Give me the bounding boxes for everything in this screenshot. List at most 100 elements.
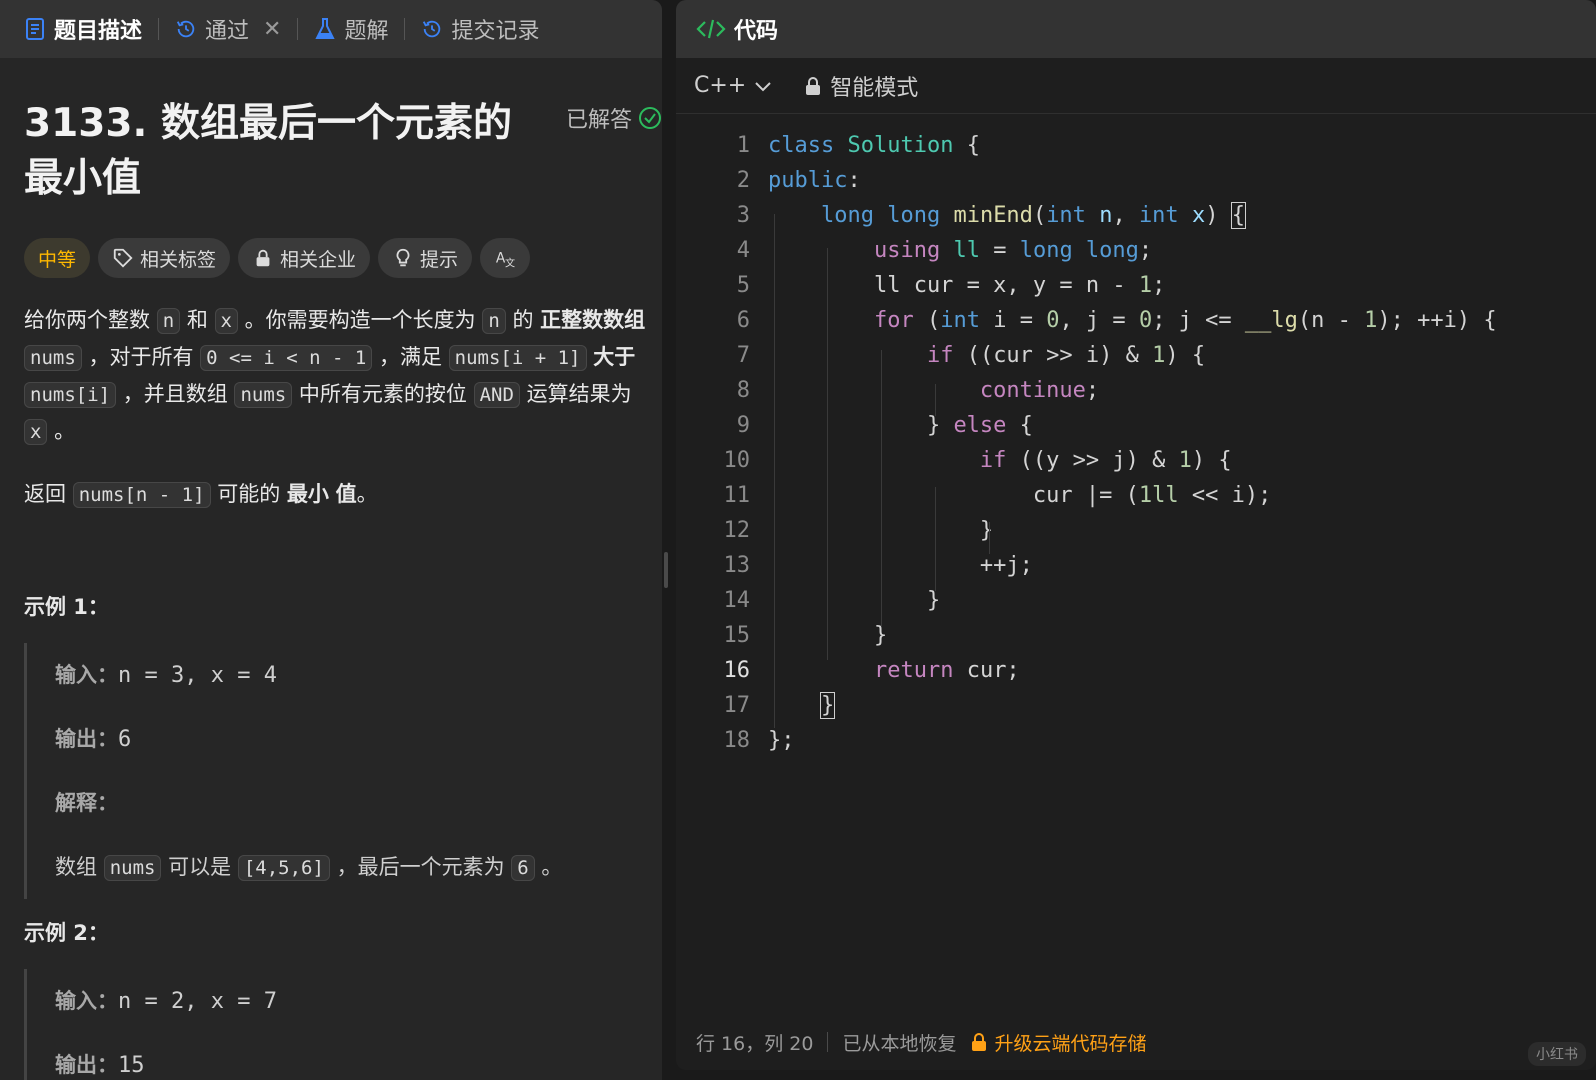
explain-text: ，最后一个元素为: [336, 855, 505, 879]
related-companies-button[interactable]: 相关企业: [238, 238, 371, 278]
related-companies-label: 相关企业: [280, 248, 357, 271]
desc-bold: 正整数数组: [540, 308, 646, 332]
desc-text: 。: [356, 482, 378, 506]
example-2-input: 输入：n = 2, x = 7: [55, 969, 660, 1033]
inline-code: n: [482, 308, 506, 334]
app-root: 题目描述 通过 ✕ 题解 提交记录 3133. 数组最后一个元素的最小值 已解答…: [0, 0, 1596, 1080]
inline-code: AND: [473, 382, 520, 408]
code-line: 10 if ((y >> j) & 1) {: [723, 448, 1232, 473]
example-2-block: 输入：n = 2, x = 7 输出：15: [24, 969, 660, 1080]
example-2-title: 示例 2：: [24, 921, 109, 945]
solved-badge: 已解答: [566, 102, 662, 134]
desc-text: 可能的: [217, 482, 281, 506]
close-icon[interactable]: ✕: [263, 17, 281, 42]
problem-tabbar: 题目描述 通过 ✕ 题解 提交记录: [0, 0, 662, 58]
example-2-output: 输出：15: [55, 1033, 660, 1080]
tab-divider: [297, 18, 299, 40]
code-line: 14 }: [723, 588, 941, 613]
translate-icon: A 文: [496, 251, 515, 269]
inline-code: nums[i + 1]: [448, 345, 587, 371]
svg-text:文: 文: [505, 256, 515, 269]
smart-mode-toggle[interactable]: 智能模式: [804, 70, 918, 102]
code-line: 18};: [723, 728, 795, 753]
indent-guide: [827, 248, 828, 660]
tab-solutions-label: 题解: [344, 19, 389, 44]
tag-icon: [113, 248, 133, 268]
history-icon: [176, 20, 195, 38]
code-line: 1 class Solution {: [736, 133, 980, 158]
related-tags-button[interactable]: 相关标签: [98, 238, 231, 278]
restore-status: 已从本地恢复: [842, 1032, 957, 1055]
inline-code: x: [214, 308, 238, 334]
inline-code: nums: [103, 855, 162, 881]
tab-submissions[interactable]: 提交记录: [417, 13, 543, 45]
inline-code: nums: [24, 345, 82, 371]
desc-text: 。: [54, 419, 76, 443]
code-line: 15 }: [723, 623, 888, 648]
output-value: 15: [118, 1053, 145, 1078]
input-label: 输入：: [55, 989, 118, 1013]
desc-text: 中所有元素的按位: [298, 382, 467, 406]
tab-description[interactable]: 题目描述: [20, 13, 146, 45]
related-tags-label: 相关标签: [140, 248, 217, 271]
code-line: 13 ++j;: [723, 553, 1033, 578]
desc-text: 运算结果为: [526, 382, 632, 406]
code-panel: 代码 C++ 智能模式 1 class Solution {2 public:…: [676, 0, 1596, 1070]
lock-icon: [972, 1033, 987, 1051]
code-line: 5 ll cur = x, y = n - 1;: [736, 273, 1166, 298]
inline-code: [4,5,6]: [237, 855, 330, 881]
translate-button[interactable]: A 文: [480, 238, 531, 278]
lock-icon: [256, 249, 270, 267]
input-value: n = 3, x = 4: [118, 663, 277, 688]
code-editor[interactable]: 1 class Solution { 2 public: 3 long long m…: [676, 114, 1596, 758]
input-label: 输入：: [55, 663, 118, 687]
upgrade-cloud-storage-link[interactable]: 升级云端代码存储: [970, 1029, 1146, 1056]
tab-solutions[interactable]: 题解: [310, 13, 392, 45]
language-label: C++: [694, 73, 747, 98]
desc-bold: 大于: [593, 345, 636, 369]
desc-text: ，满足: [378, 345, 442, 369]
code-line: 17 }: [723, 692, 836, 719]
panel-resize-handle[interactable]: [664, 552, 668, 588]
desc-text: ，并且数组: [122, 382, 228, 406]
problem-title[interactable]: 3133. 数组最后一个元素的最小值: [24, 96, 544, 206]
flask-icon: [315, 18, 336, 39]
chevron-down-icon: [755, 81, 771, 91]
inline-code: nums[i]: [24, 382, 117, 408]
code-line: 3 long long minEnd(int n, int x) {: [736, 202, 1246, 229]
indent-guide: [881, 350, 882, 626]
explain-text: 数组: [55, 855, 97, 879]
inline-code: 6: [511, 855, 535, 881]
example-1-block: 输入：n = 3, x = 4 输出：6 解释： 数组 nums 可以是 [4,…: [24, 643, 660, 899]
tab-divider: [158, 18, 160, 40]
problem-panel: 题目描述 通过 ✕ 题解 提交记录 3133. 数组最后一个元素的最小值 已解答…: [0, 0, 662, 1080]
editor-toolbar: C++ 智能模式: [676, 58, 1596, 114]
tab-passed[interactable]: 通过 ✕: [171, 13, 285, 45]
code-icon: [696, 19, 726, 39]
code-panel-title: 代码: [734, 19, 779, 44]
tab-description-label: 题目描述: [54, 19, 143, 44]
example-1-title: 示例 1：: [24, 595, 109, 619]
input-value: n = 2, x = 7: [118, 989, 277, 1014]
code-line-current: 16 return cur;: [676, 653, 1596, 688]
desc-text: 。你需要构造一个长度为: [244, 308, 476, 332]
explain-label: 解释：: [55, 791, 118, 815]
current-line-number: 16: [723, 658, 751, 683]
difficulty-label: 中等: [38, 248, 77, 271]
code-line: 8 continue;: [736, 378, 1100, 403]
indent-guide: [989, 522, 990, 554]
check-circle-icon: [639, 107, 662, 129]
example-1-explanation: 数组 nums 可以是 [4,5,6] ，最后一个元素为 6 。: [55, 835, 660, 899]
inline-code: x: [24, 419, 48, 445]
language-select[interactable]: C++: [694, 73, 772, 98]
lightbulb-icon: [396, 248, 410, 267]
explain-text: 可以是: [168, 855, 232, 879]
code-line: 7 if ((cur >> i) & 1) {: [736, 343, 1206, 368]
code-panel-header: 代码: [676, 0, 1596, 58]
lock-icon: [806, 76, 821, 95]
watermark-logo: 小红书: [1528, 1042, 1586, 1066]
inline-code: nums: [234, 382, 293, 408]
code-line: 4 using ll = long long;: [736, 238, 1153, 263]
hint-button[interactable]: 提示: [378, 238, 473, 278]
example-1-explain-label: 解释：: [55, 771, 660, 835]
